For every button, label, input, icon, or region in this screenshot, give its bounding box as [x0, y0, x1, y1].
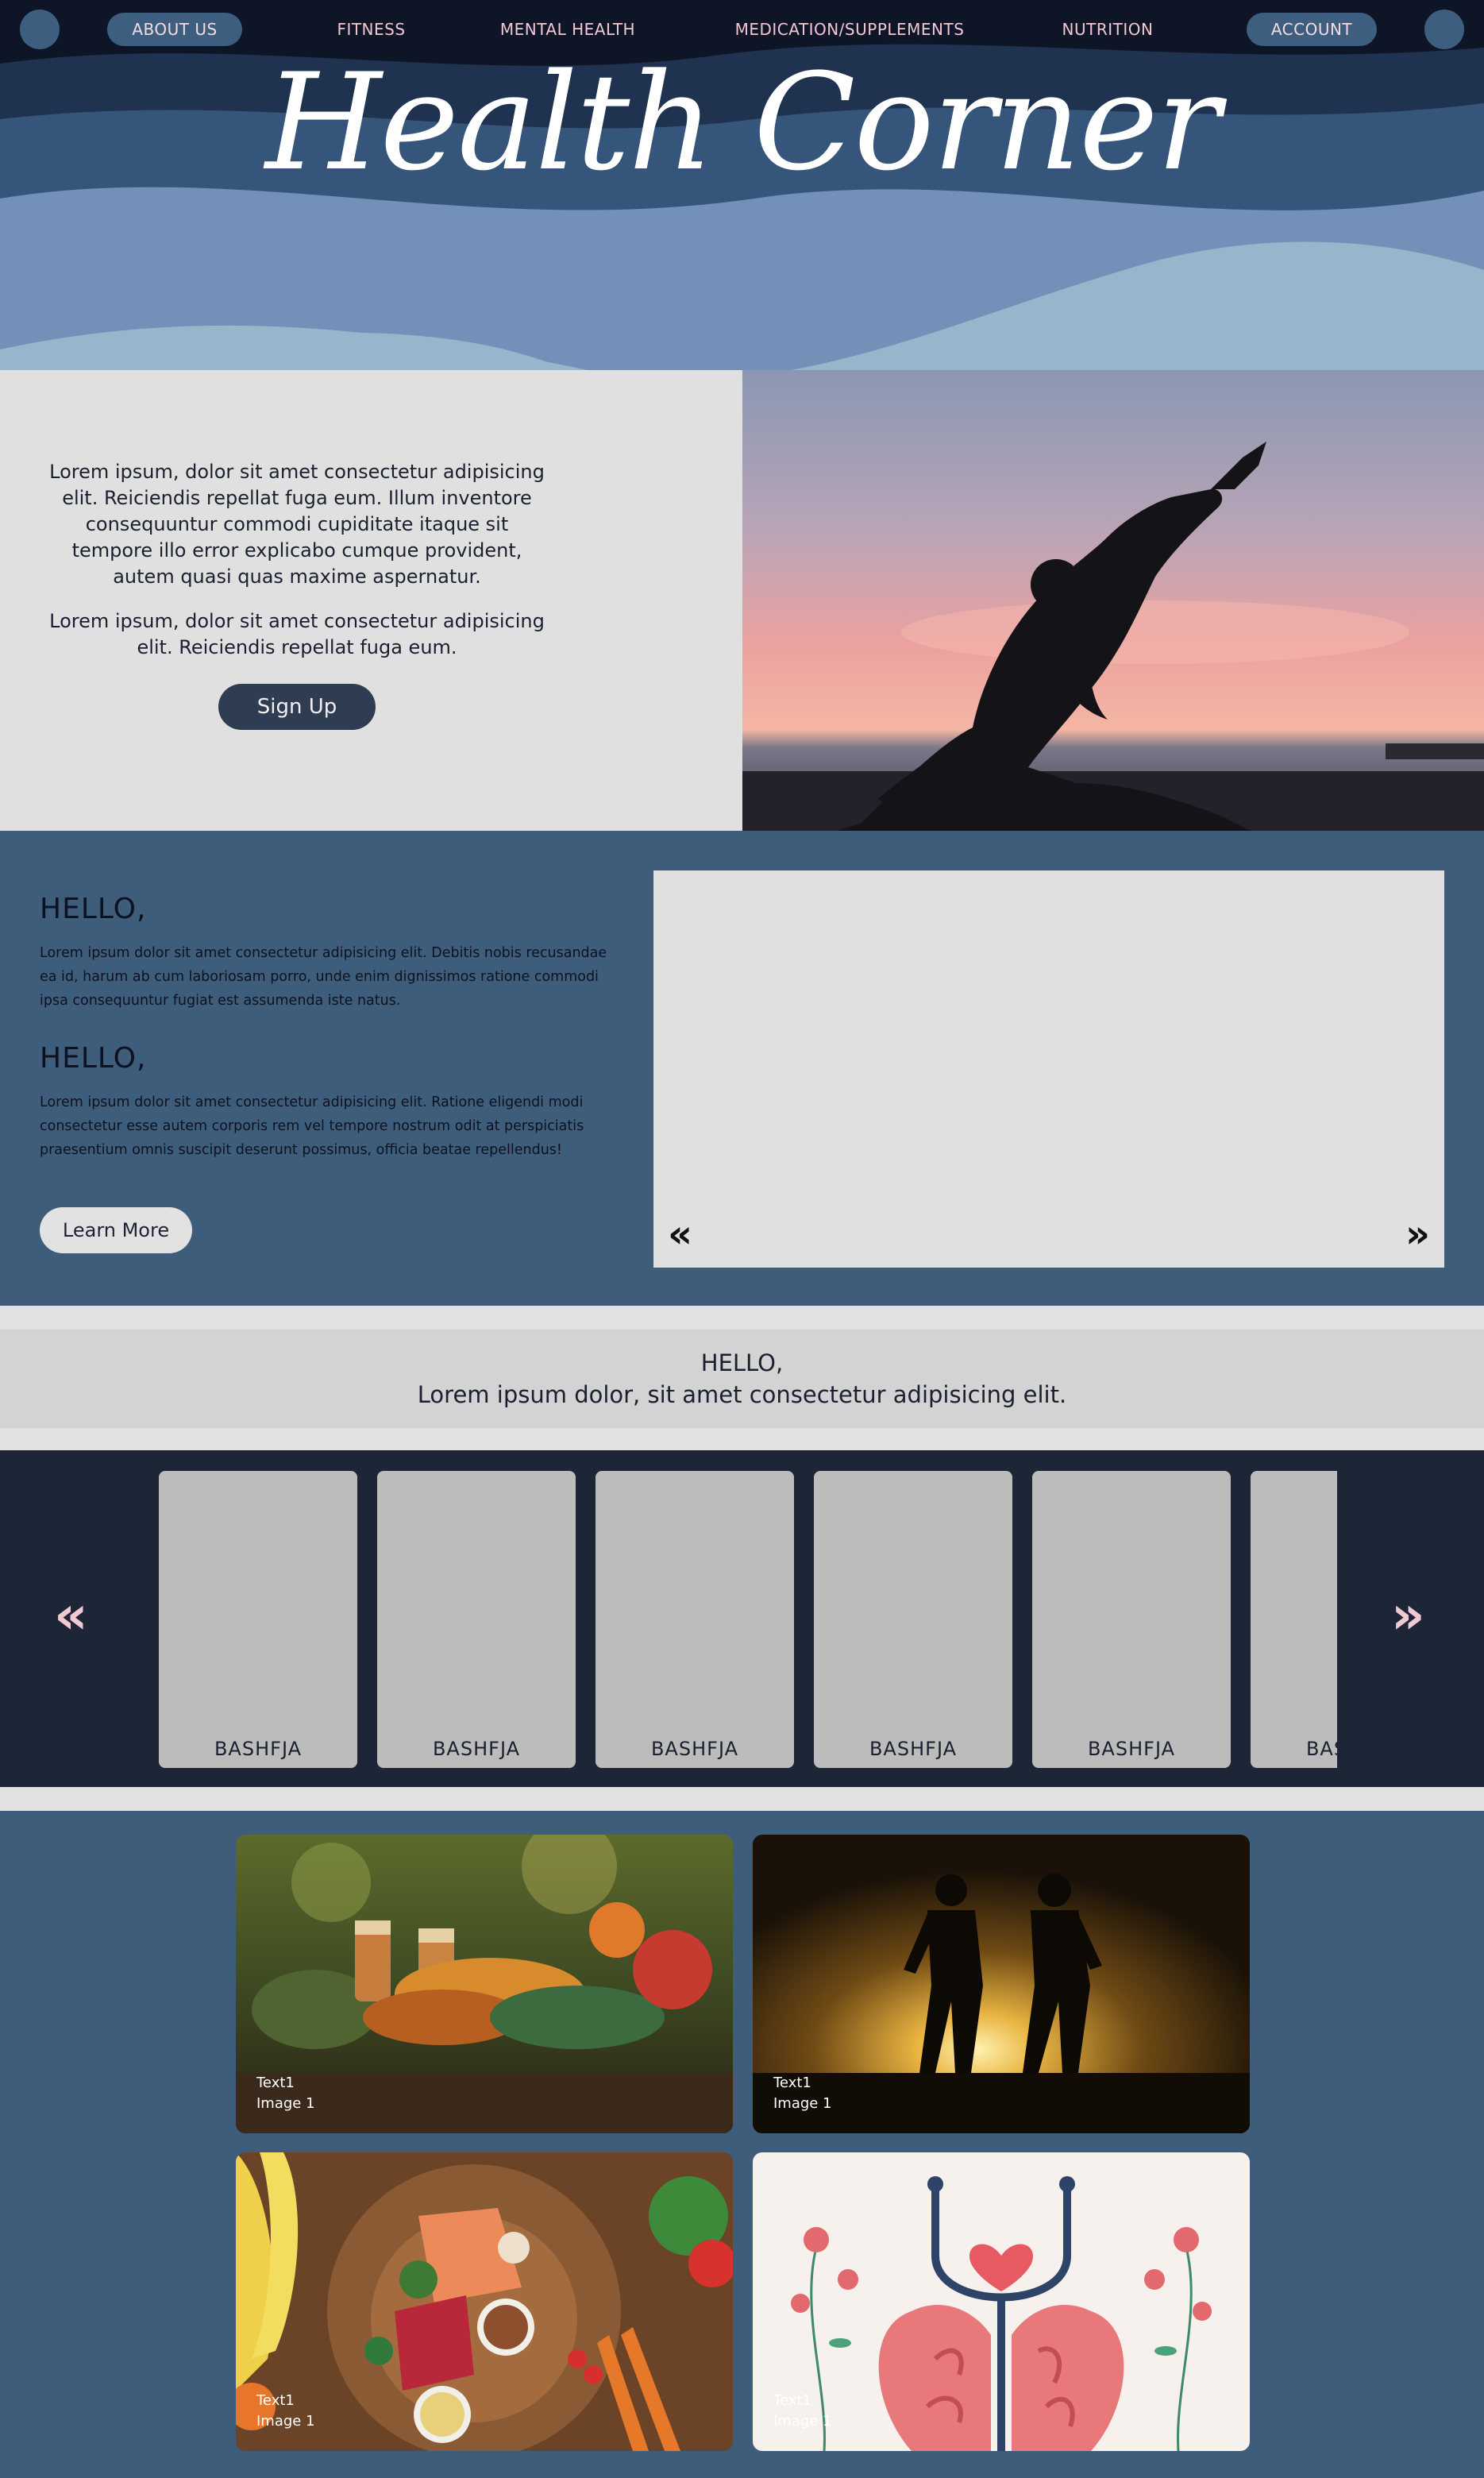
hello-heading-2: HELLO,: [40, 1042, 147, 1075]
carousel-card-label: BASHFJA: [650, 1738, 739, 1760]
carousel-card[interactable]: BASHFJA: [1251, 1471, 1337, 1768]
hello-heading-1: HELLO,: [40, 893, 147, 925]
nav-left-circle-icon[interactable]: [20, 10, 60, 49]
nav-item-medication-supplements[interactable]: MEDICATION/SUPPLEMENTS: [715, 13, 985, 46]
slider-next-arrow-icon[interactable]: »: [1405, 1215, 1430, 1253]
gallery-caption: Text1 Image 1: [256, 2391, 315, 2432]
gallery-tile-balanced-diet[interactable]: Text1 Image 1: [236, 2152, 733, 2451]
hello-block-2: HELLO, Lorem ipsum dolor sit amet consec…: [40, 1042, 619, 1162]
gallery-caption-title: Text1: [256, 2075, 295, 2091]
nav-right-circle-icon[interactable]: [1424, 10, 1464, 49]
gallery-caption-sub: Image 1: [773, 2095, 832, 2112]
carousel-next-arrow-icon[interactable]: »: [1391, 1589, 1425, 1642]
gallery-tile-runners[interactable]: Text1 Image 1: [753, 1835, 1250, 2133]
carousel-card-label: BASHFJA: [869, 1738, 958, 1760]
hello-text-1: Lorem ipsum dolor sit amet consectetur a…: [40, 945, 607, 1009]
banner-subtext: Lorem ipsum dolor, sit amet consectetur …: [417, 1381, 1067, 1408]
gallery-caption: Text1 Image 1: [256, 2073, 315, 2114]
carousel-card[interactable]: BASHFJA: [814, 1471, 1012, 1768]
hello-block-1: HELLO, Lorem ipsum dolor sit amet consec…: [40, 893, 619, 1013]
gallery-caption: Text1 Image 1: [773, 2073, 832, 2114]
media-slider: « »: [653, 870, 1444, 1268]
carousel-card[interactable]: BASHFJA: [596, 1471, 794, 1768]
hello-banner: HELLO, Lorem ipsum dolor, sit amet conse…: [0, 1330, 1484, 1428]
gallery-caption-sub: Image 1: [256, 2413, 315, 2430]
gallery-caption: Text1 Image 1: [773, 2391, 832, 2432]
nav-item-about-us[interactable]: ABOUT US: [107, 13, 242, 46]
carousel-card[interactable]: BASHFJA: [159, 1471, 357, 1768]
yoga-silhouette-icon: [742, 370, 1484, 831]
nav-item-mental-health[interactable]: MENTAL HEALTH: [484, 13, 651, 46]
gallery-caption-title: Text1: [256, 2392, 295, 2409]
carousel-card[interactable]: BASHFJA: [377, 1471, 576, 1768]
nav-item-fitness[interactable]: FITNESS: [318, 13, 425, 46]
gallery-caption-sub: Image 1: [256, 2095, 315, 2112]
learn-more-button[interactable]: Learn More: [40, 1207, 192, 1253]
banner-heading: HELLO,: [700, 1349, 784, 1376]
carousel-card-label: BASHFJA: [1305, 1738, 1337, 1760]
intro-section: Lorem ipsum, dolor sit amet consectetur …: [0, 370, 1484, 831]
hello-text-2: Lorem ipsum dolor sit amet consectetur a…: [40, 1094, 584, 1158]
intro-paragraph-2: Lorem ipsum, dolor sit amet consectetur …: [49, 610, 545, 658]
gallery-tile-supplements[interactable]: Text1 Image 1: [236, 1835, 733, 2133]
carousel-card-label: BASHFJA: [214, 1738, 303, 1760]
card-carousel: « BASHFJA BASHFJA BASHFJA BASHFJA BASHFJ…: [0, 1450, 1484, 1787]
site-title: Health Corner: [265, 44, 1220, 200]
nav-item-account[interactable]: ACCOUNT: [1247, 13, 1377, 46]
intro-text-panel: Lorem ipsum, dolor sit amet consectetur …: [0, 370, 742, 831]
carousel-track: BASHFJA BASHFJA BASHFJA BASHFJA BASHFJA …: [159, 1471, 1337, 1768]
intro-paragraph-1: Lorem ipsum, dolor sit amet consectetur …: [49, 461, 545, 588]
image-gallery: Text1 Image 1 Text1 Image 1 Text1 Image …: [0, 1811, 1484, 2478]
hero-band: ABOUT US FITNESS MENTAL HEALTH MEDICATIO…: [0, 0, 1484, 413]
gallery-tile-brain-health[interactable]: Text1 Image 1: [753, 2152, 1250, 2451]
carousel-card[interactable]: BASHFJA: [1032, 1471, 1231, 1768]
gallery-caption-sub: Image 1: [773, 2413, 832, 2430]
nav-item-nutrition[interactable]: NUTRITION: [1048, 13, 1167, 46]
carousel-card-label: BASHFJA: [1087, 1738, 1176, 1760]
carousel-card-label: BASHFJA: [432, 1738, 521, 1760]
carousel-prev-arrow-icon[interactable]: «: [54, 1589, 88, 1642]
intro-copy: Lorem ipsum, dolor sit amet consectetur …: [44, 459, 549, 679]
sign-up-button[interactable]: Sign Up: [218, 684, 376, 730]
gallery-caption-title: Text1: [773, 2075, 811, 2091]
yoga-silhouette-sunset-image: [742, 370, 1484, 831]
gallery-caption-title: Text1: [773, 2392, 811, 2409]
hello-section: HELLO, Lorem ipsum dolor sit amet consec…: [0, 831, 1484, 1306]
slider-prev-arrow-icon[interactable]: «: [668, 1215, 692, 1253]
